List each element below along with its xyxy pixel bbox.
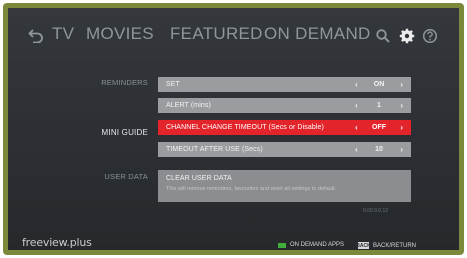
- value-picker[interactable]: ‹ OFF ›: [355, 123, 403, 132]
- chevron-left-icon[interactable]: ‹: [355, 123, 358, 132]
- setting-label: SET: [166, 81, 180, 88]
- help-icon[interactable]: [422, 28, 438, 44]
- back-icon[interactable]: [28, 27, 44, 43]
- chevron-left-icon[interactable]: ‹: [355, 101, 358, 110]
- setting-label: ALERT (mins): [166, 102, 211, 109]
- setting-row-timeout-after-use[interactable]: TIMEOUT AFTER USE (Secs) ‹ 10 ›: [158, 142, 411, 157]
- tab-featured[interactable]: FEATURED: [170, 24, 263, 44]
- on-demand-apps-hint[interactable]: ON DEMAND APPS: [278, 242, 344, 248]
- section-reminders: REMINDERS: [101, 78, 148, 87]
- tab-on-demand[interactable]: ON DEMAND: [264, 24, 371, 44]
- version-number: 0.00.9.0.12: [363, 208, 389, 214]
- section-user-data: USER DATA: [104, 172, 148, 181]
- value-picker[interactable]: ‹ 1 ›: [355, 101, 403, 110]
- green-key-icon: [278, 242, 286, 248]
- on-demand-apps-label: ON DEMAND APPS: [290, 242, 345, 248]
- chevron-left-icon[interactable]: ‹: [355, 80, 358, 89]
- back-key-icon: BACK: [356, 242, 371, 249]
- chevron-right-icon[interactable]: ›: [400, 101, 403, 110]
- back-return-label: BACK/RETURN: [373, 242, 417, 249]
- freeview-logo: freeview.plus: [22, 236, 92, 249]
- setting-value: 10: [375, 146, 383, 153]
- setting-label: TIMEOUT AFTER USE (Secs): [166, 146, 263, 153]
- chevron-left-icon[interactable]: ‹: [355, 145, 358, 154]
- value-picker[interactable]: ‹ ON ›: [355, 80, 403, 89]
- setting-value: OFF: [372, 124, 386, 131]
- clear-user-data-description: This will remove reminders, favourites a…: [166, 186, 336, 192]
- setting-row-alert[interactable]: ALERT (mins) ‹ 1 ›: [158, 98, 411, 113]
- top-navigation: TV MOVIES FEATURED ON DEMAND: [8, 8, 459, 62]
- settings-gear-icon[interactable]: [399, 28, 415, 44]
- chevron-right-icon[interactable]: ›: [400, 80, 403, 89]
- back-return-hint[interactable]: BACK BACK/RETURN: [356, 242, 417, 249]
- setting-row-channel-change-timeout[interactable]: CHANNEL CHANGE TIMEOUT (Secs or Disable)…: [158, 120, 411, 135]
- setting-row-set[interactable]: SET ‹ ON ›: [158, 77, 411, 92]
- setting-value: 1: [377, 102, 381, 109]
- value-picker[interactable]: ‹ 10 ›: [355, 145, 403, 154]
- clear-user-data-title: CLEAR USER DATA: [166, 175, 232, 182]
- setting-value: ON: [373, 81, 385, 88]
- tab-movies[interactable]: MOVIES: [86, 24, 154, 44]
- settings-screen: TV MOVIES FEATURED ON DEMAND REMINDERS M…: [8, 8, 459, 250]
- chevron-right-icon[interactable]: ›: [400, 123, 403, 132]
- search-icon[interactable]: [375, 28, 391, 44]
- clear-user-data-button[interactable]: CLEAR USER DATA This will remove reminde…: [158, 170, 411, 202]
- section-mini-guide: MINI GUIDE: [101, 128, 148, 137]
- setting-label: CHANNEL CHANGE TIMEOUT (Secs or Disable): [166, 124, 324, 131]
- tab-tv[interactable]: TV: [52, 24, 74, 44]
- chevron-right-icon[interactable]: ›: [400, 145, 403, 154]
